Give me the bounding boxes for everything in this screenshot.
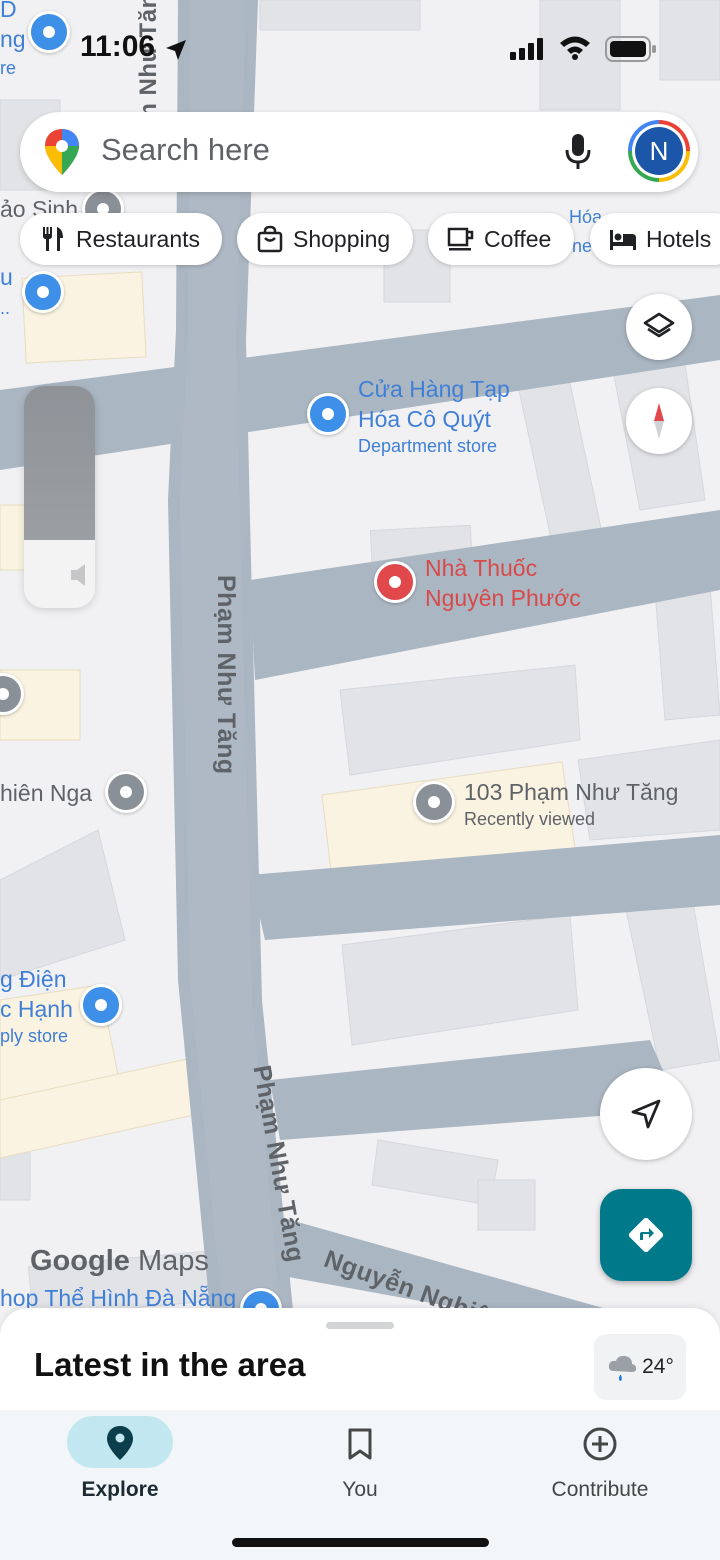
road-label-pham-nhu-tang-mid: Phạm Như Tăng	[212, 575, 240, 775]
drag-handle[interactable]	[326, 1322, 394, 1329]
microphone-icon[interactable]	[565, 134, 591, 170]
google-maps-logo: Google Maps	[30, 1245, 209, 1278]
poi-dien-line1[interactable]: g Điện	[0, 964, 66, 994]
wifi-icon	[560, 36, 590, 60]
sheet-title: Latest in the area	[34, 1346, 306, 1383]
recent-place-pin-icon[interactable]	[413, 781, 455, 823]
layers-button[interactable]	[626, 294, 692, 360]
shopping-bag-pin-icon[interactable]	[22, 271, 64, 313]
chip-label: Hotels	[646, 225, 712, 252]
shopping-bag-pin-icon[interactable]	[307, 393, 349, 435]
compass-button[interactable]	[626, 388, 692, 454]
nav-label-contribute: Contribute	[551, 1478, 649, 1501]
search-input[interactable]: Search here	[101, 132, 270, 168]
nav-you[interactable]: You	[240, 1410, 480, 1520]
battery-icon	[605, 36, 656, 62]
directions-button[interactable]	[600, 1189, 692, 1281]
chip-coffee[interactable]: Coffee	[428, 213, 574, 265]
home-indicator[interactable]	[232, 1538, 489, 1547]
coffee-cup-icon	[447, 227, 474, 251]
poi-nhathuoc-line1[interactable]: Nhà Thuốc	[425, 553, 537, 583]
poi-address-sub: Recently viewed	[464, 809, 596, 829]
speaker-icon	[71, 564, 85, 586]
bed-icon	[610, 230, 636, 250]
poi-text-left-u: u	[0, 264, 13, 290]
avatar-letter: N	[635, 127, 683, 175]
search-bar[interactable]: Search here N	[20, 112, 698, 192]
chip-label: Shopping	[293, 225, 391, 252]
chip-label: Restaurants	[76, 225, 201, 252]
directions-icon	[628, 1217, 664, 1253]
location-arrow-icon	[166, 40, 186, 60]
pharmacy-pin-icon[interactable]	[374, 561, 416, 603]
location-pin-icon[interactable]	[105, 771, 147, 813]
shopping-bag-pin-icon[interactable]	[80, 984, 122, 1026]
poi-cuahang-category: Department store	[358, 436, 498, 456]
explore-pin-icon	[107, 1426, 133, 1460]
poi-cuahang-line1[interactable]: Cửa Hàng Tạp	[358, 374, 510, 404]
weather-badge[interactable]: 24°	[594, 1334, 686, 1400]
maps-wordmark: Maps	[137, 1245, 209, 1277]
plus-circle-icon	[583, 1427, 617, 1461]
poi-dien-category: ply store	[0, 1026, 69, 1046]
chip-restaurants[interactable]: Restaurants	[20, 213, 222, 265]
poi-address-title[interactable]: 103 Phạm Như Tăng	[464, 777, 678, 807]
google-wordmark: Google	[30, 1245, 130, 1277]
poi-thien-nga[interactable]: hiên Nga	[0, 778, 92, 808]
poi-dien-line2[interactable]: c Hạnh	[0, 994, 73, 1024]
volume-indicator	[24, 386, 95, 608]
chip-shopping[interactable]: Shopping	[237, 213, 413, 265]
account-avatar[interactable]: N	[628, 120, 690, 182]
shopping-bag-icon	[257, 225, 283, 253]
layers-icon	[643, 312, 675, 338]
navigation-arrow-icon	[631, 1099, 661, 1129]
status-bar: 11:06	[0, 28, 720, 72]
nav-explore[interactable]: Explore	[0, 1410, 240, 1520]
poi-text-left-dots: ..	[0, 298, 11, 318]
my-location-button[interactable]	[600, 1068, 692, 1160]
chip-label: Coffee	[484, 225, 552, 252]
poi-text-top-left-1: D	[0, 0, 17, 22]
compass-icon	[654, 403, 664, 439]
poi-cuahang-line2[interactable]: Hóa Cô Quýt	[358, 404, 491, 434]
status-time: 11:06	[80, 30, 156, 63]
cloud-rain-icon	[608, 1355, 637, 1381]
fork-knife-icon	[43, 227, 63, 251]
nav-label-explore: Explore	[81, 1478, 159, 1501]
nav-label-you: You	[342, 1478, 378, 1501]
poi-nhathuoc-line2[interactable]: Nguyên Phước	[425, 583, 581, 613]
temperature: 24°	[642, 1355, 674, 1378]
chip-hotels[interactable]: Hotels	[590, 213, 720, 265]
cellular-signal-icon	[510, 38, 543, 60]
bottom-sheet[interactable]: Latest in the area 24°	[0, 1308, 720, 1418]
google-maps-pin-icon	[45, 129, 79, 175]
nav-contribute[interactable]: Contribute	[480, 1410, 720, 1520]
bookmark-icon	[348, 1428, 372, 1460]
